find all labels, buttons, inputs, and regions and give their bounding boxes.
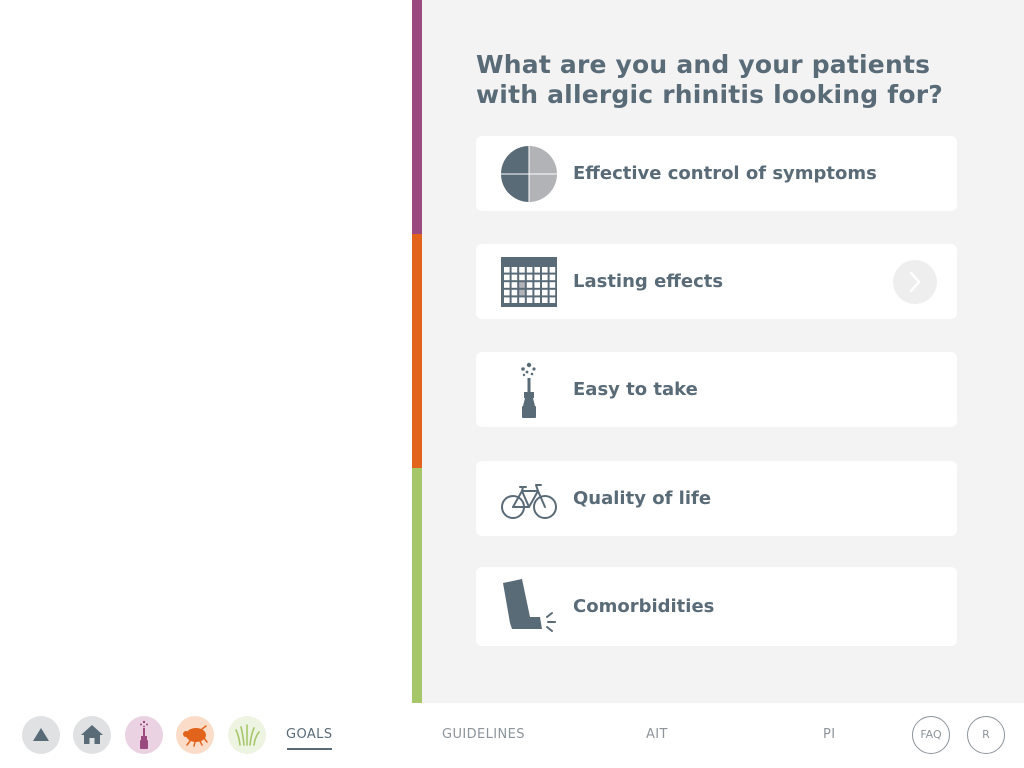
- nav-link-label: GOALS: [286, 727, 333, 742]
- nav-link-label: GUIDELINES: [442, 727, 525, 742]
- goal-label: Effective control of symptoms: [573, 163, 877, 184]
- faq-button[interactable]: FAQ: [912, 716, 950, 754]
- nav-link-ait[interactable]: AIT: [646, 727, 668, 742]
- goal-label: Easy to take: [573, 379, 698, 400]
- active-indicator: [287, 748, 333, 750]
- nav-link-label: AIT: [646, 727, 668, 742]
- bicycle-icon: [500, 469, 558, 529]
- left-panel: [0, 0, 412, 703]
- goal-label: Quality of life: [573, 488, 712, 509]
- nav-link-goals[interactable]: GOALS: [286, 727, 333, 750]
- inhaler-icon: [500, 577, 558, 637]
- grass-icon[interactable]: [228, 716, 266, 754]
- up-arrow-icon[interactable]: [22, 716, 60, 754]
- stripe-segment-purple: [412, 0, 422, 234]
- goal-card-comorbidities[interactable]: Comorbidities: [476, 567, 957, 646]
- goal-card-easy-to-take[interactable]: Easy to take: [476, 352, 957, 427]
- spray-bottle-icon[interactable]: [125, 716, 163, 754]
- goals-panel: What are you and your patients with alle…: [422, 0, 1024, 703]
- page-title: What are you and your patients with alle…: [476, 50, 943, 109]
- color-stripe: [412, 0, 422, 703]
- calendar-icon: [500, 252, 558, 312]
- goal-label: Lasting effects: [573, 271, 724, 292]
- dust-mite-icon[interactable]: [176, 716, 214, 754]
- goal-label: Comorbidities: [573, 596, 715, 617]
- goal-card-quality-of-life[interactable]: Quality of life: [476, 461, 957, 536]
- home-icon[interactable]: [73, 716, 111, 754]
- chevron-right-icon[interactable]: [893, 260, 937, 304]
- references-button[interactable]: R: [967, 716, 1005, 754]
- goal-card-effective-control[interactable]: Effective control of symptoms: [476, 136, 957, 211]
- stripe-segment-green: [412, 468, 422, 703]
- goal-card-lasting-effects[interactable]: Lasting effects: [476, 244, 957, 319]
- nav-link-pi[interactable]: PI: [823, 727, 835, 742]
- stripe-segment-orange: [412, 234, 422, 468]
- pie-chart-icon: [500, 144, 558, 204]
- spray-bottle-icon: [500, 360, 558, 420]
- nav-link-label: PI: [823, 727, 836, 742]
- nav-link-guidelines[interactable]: GUIDELINES: [442, 727, 525, 742]
- bottom-navigation: GOALS GUIDELINES AIT PI FAQ R: [0, 703, 1024, 768]
